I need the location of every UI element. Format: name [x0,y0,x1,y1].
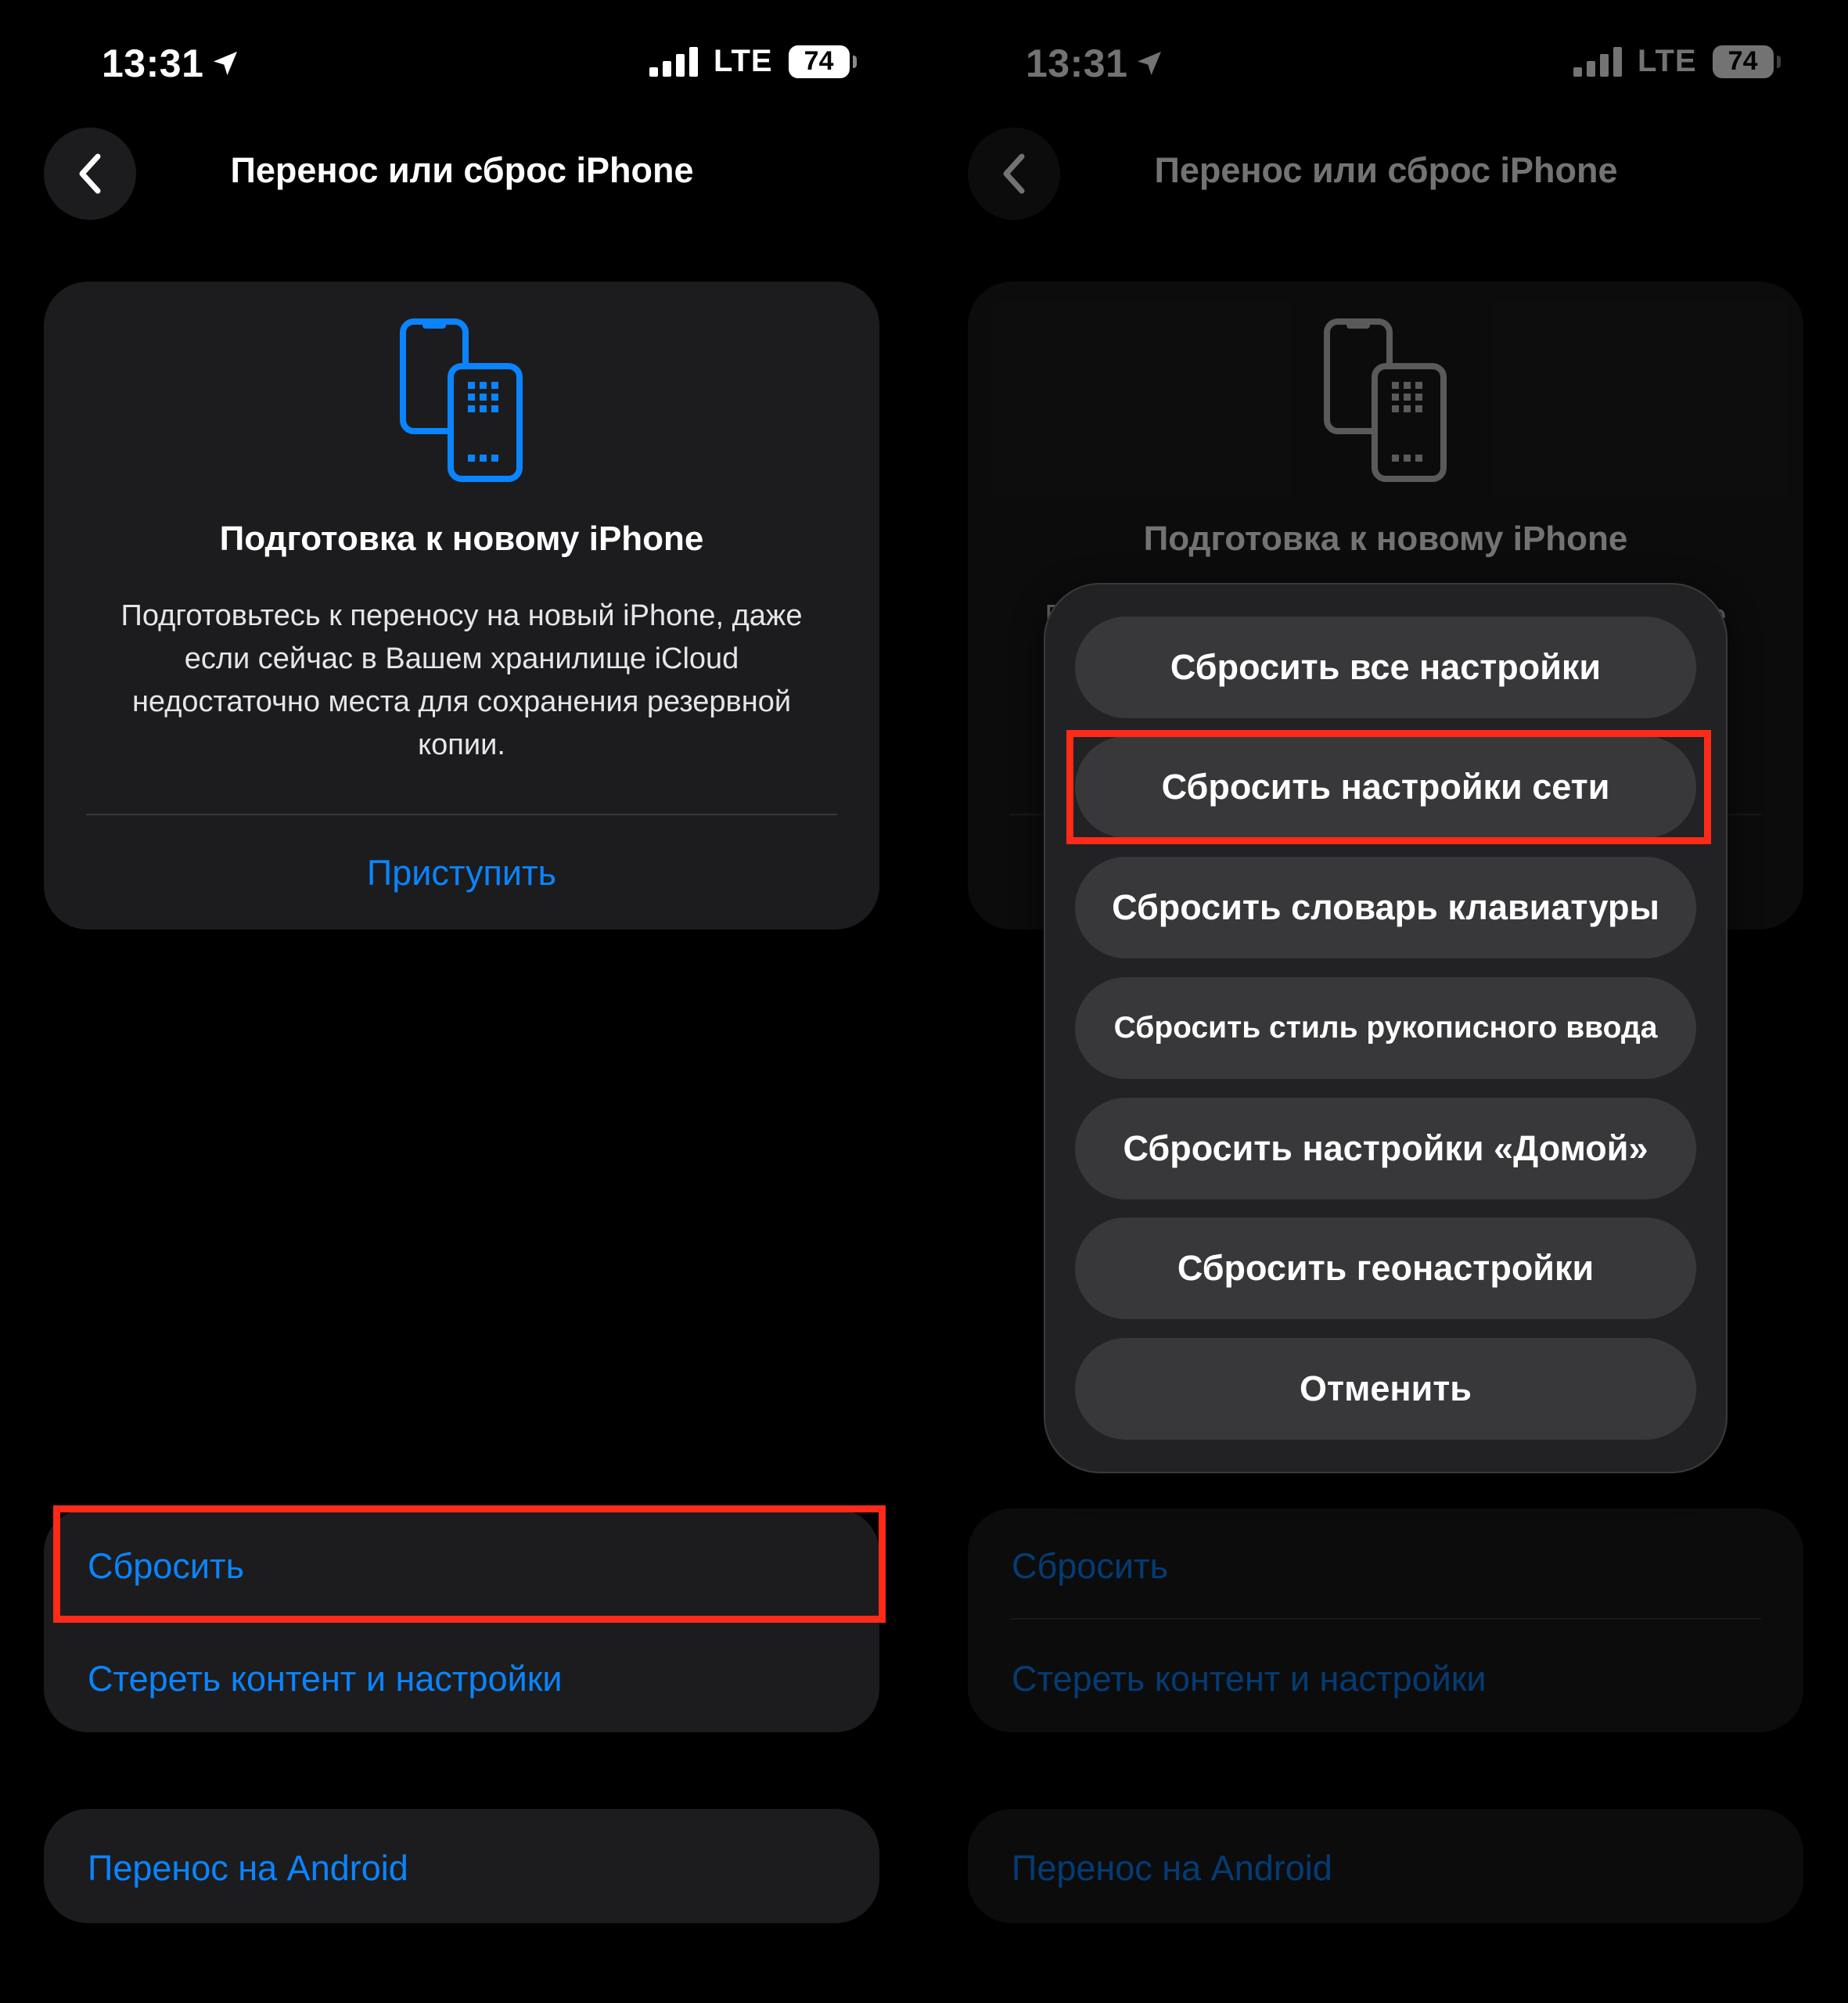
reset-button[interactable]: Сбросить [88,1546,244,1587]
prepare-title: Подготовка к новому iPhone [219,520,704,558]
page-title: Перенос или сброс iPhone [230,150,694,190]
reset-card: Сбросить Стереть контент и настройки [44,1509,879,1732]
prepare-card: Подготовка к новому iPhone Подготовьтесь… [44,282,879,930]
erase-all-button[interactable]: Стереть контент и настройки [88,1659,563,1699]
reset-all-settings-button[interactable]: Сбросить все настройки [1075,617,1696,718]
reset-handwriting-style-button[interactable]: Сбросить стиль рукописного ввода [1075,977,1696,1079]
android-card: Перенос на Android [44,1809,879,1923]
reset-keyboard-dictionary-button[interactable]: Сбросить словарь клавиатуры [1075,857,1696,958]
reset-action-sheet: Сбросить все настройки Сбросить настройк… [1044,583,1728,1473]
status-time-group: 13:31 [102,41,241,86]
reset-home-screen-button[interactable]: Сбросить настройки «Домой» [1075,1098,1696,1199]
divider [86,814,837,815]
network-type: LTE [714,44,773,78]
reset-network-settings-button[interactable]: Сбросить настройки сети [1075,736,1696,838]
prepare-description: Подготовьтесь к переносу на новый iPhone… [120,599,803,761]
move-to-android-button[interactable]: Перенос на Android [88,1848,408,1889]
two-phones-icon [400,318,523,482]
screen-left: 13:31 LTE 74 Перенос или сброс iPhone По… [0,0,924,2003]
status-indicators: LTE 74 [649,44,857,79]
reset-location-privacy-button[interactable]: Сбросить геонастройки [1075,1217,1696,1319]
screen-right: 13:31 LTE 74 Перенос или сброс iPhone [924,0,1848,2003]
prepare-start-button[interactable]: Приступить [44,853,879,894]
divider [86,1618,837,1620]
location-arrow-icon [214,52,238,75]
status-time: 13:31 [102,41,204,85]
cellular-signal-icon [649,46,698,77]
battery-icon: 74 [788,45,857,78]
cancel-button[interactable]: Отменить [1075,1338,1696,1440]
battery-level: 74 [804,46,834,76]
